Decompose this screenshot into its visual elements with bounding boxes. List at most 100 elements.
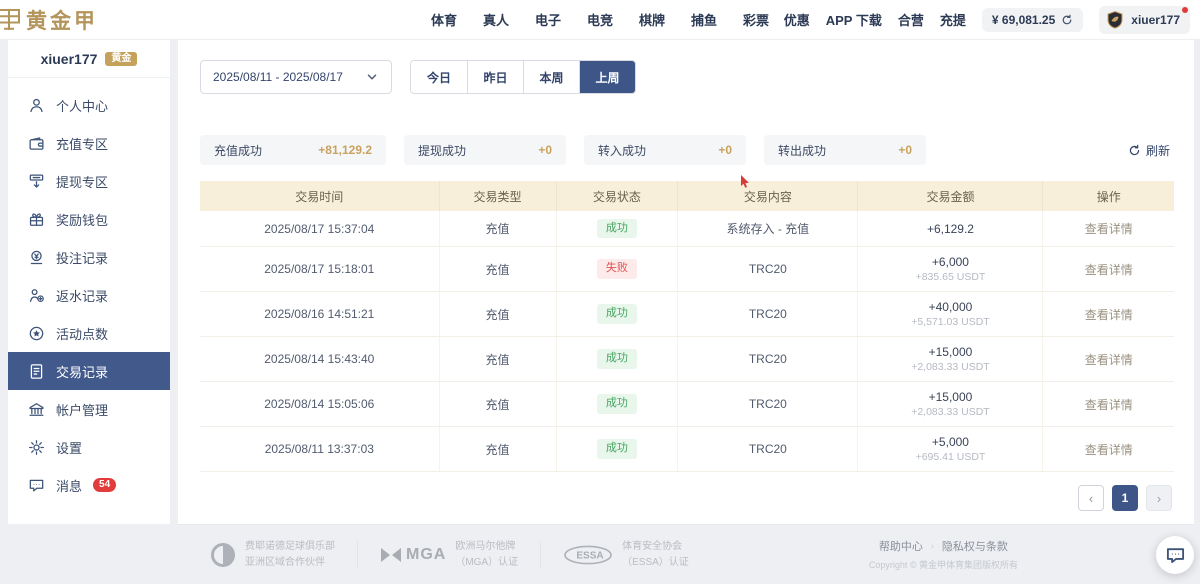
column-header-3: 交易内容 — [677, 181, 857, 211]
refresh-icon — [1128, 144, 1141, 157]
refresh-label: 刷新 — [1146, 142, 1170, 159]
partner-text: 体育安全协会（ESSA）认证 — [622, 539, 689, 570]
partner-line2: （ESSA）认证 — [622, 557, 689, 568]
cell-time: 2025/08/16 14:51:21 — [200, 292, 439, 336]
wallet-icon — [28, 135, 45, 152]
mga-logo: MGA — [380, 546, 446, 564]
stat-pill-0: 充值成功+81,129.2 — [200, 135, 386, 165]
sidebar-item-10[interactable]: 消息54 — [8, 466, 170, 504]
sidebar-item-7[interactable]: 交易记录 — [8, 352, 170, 390]
games-nav: 体育 真人 电子 电竞 棋牌 捕鱼 彩票 — [431, 10, 769, 29]
view-details-link[interactable]: 查看详情 — [1085, 220, 1133, 237]
sidebar-item-3[interactable]: 奖励钱包 — [8, 200, 170, 238]
chat-bubble-icon — [1165, 545, 1186, 566]
refresh-button[interactable]: 刷新 — [1128, 142, 1174, 159]
range-tab-1[interactable]: 昨日 — [467, 61, 523, 93]
cell-status: 成功 — [556, 337, 678, 381]
range-tabs: 今日昨日本周上周 — [410, 60, 636, 94]
footer-link-1[interactable]: 隐私权与条款 — [942, 538, 1008, 554]
table-row: 2025/08/17 15:37:04充值成功系统存入 - 充值+6,129.2… — [200, 211, 1174, 247]
prev-page-button[interactable]: ‹ — [1078, 485, 1104, 511]
stat-label: 转出成功 — [778, 142, 826, 159]
footer-link-0[interactable]: 帮助中心 — [879, 538, 923, 554]
nav-game-2[interactable]: 电子 — [535, 10, 561, 29]
range-tab-3[interactable]: 上周 — [579, 61, 635, 93]
quick-link-1[interactable]: APP 下载 — [826, 10, 882, 29]
nav-game-1[interactable]: 真人 — [483, 10, 509, 29]
footer-link-separator-icon: › — [931, 541, 934, 551]
cell-content: TRC20 — [677, 247, 857, 291]
support-chat-button[interactable] — [1156, 536, 1194, 574]
gear-icon — [28, 439, 45, 456]
quick-link-0[interactable]: 优惠 — [784, 10, 810, 29]
sidebar-username: xiuer177 — [41, 51, 98, 67]
range-tab-2[interactable]: 本周 — [523, 61, 579, 93]
footer: 费耶诺德足球俱乐部亚洲区域合作伙伴MGA欧洲马尔他牌（MGA）认证ESSA体育安… — [178, 524, 1194, 584]
cell-time: 2025/08/14 15:43:40 — [200, 337, 439, 381]
brand-logo-text: 黄金甲 — [26, 5, 98, 35]
bet-record-icon — [28, 249, 45, 266]
refresh-balance-icon[interactable] — [1061, 14, 1073, 26]
feyenoord-logo — [210, 542, 236, 568]
cell-type: 充值 — [439, 382, 556, 426]
amount-sub: +2,083.33 USDT — [911, 361, 990, 373]
nav-game-5[interactable]: 捕鱼 — [691, 10, 717, 29]
amount-main: +5,000 — [932, 435, 969, 449]
view-details-link[interactable]: 查看详情 — [1085, 351, 1133, 368]
column-header-4: 交易金额 — [857, 181, 1042, 211]
points-icon — [28, 325, 45, 342]
table-row: 2025/08/17 15:18:01充值失败TRC20+6,000+835.6… — [200, 247, 1174, 292]
view-details-link[interactable]: 查看详情 — [1085, 306, 1133, 323]
cell-action: 查看详情 — [1042, 337, 1173, 381]
sidebar-item-8[interactable]: 帐户管理 — [8, 390, 170, 428]
vip-level-badge: 黄金 — [105, 52, 137, 66]
status-badge: 成功 — [597, 349, 637, 368]
brand-logo[interactable]: 黄金甲 — [0, 5, 98, 35]
cell-time: 2025/08/17 15:37:04 — [200, 211, 439, 246]
nav-game-3[interactable]: 电竞 — [587, 10, 613, 29]
sidebar-item-label: 消息 — [56, 476, 82, 495]
status-badge: 成功 — [597, 304, 637, 323]
sidebar-item-label: 交易记录 — [56, 362, 108, 381]
column-header-1: 交易类型 — [439, 181, 556, 211]
nav-game-6[interactable]: 彩票 — [743, 10, 769, 29]
range-tab-0[interactable]: 今日 — [411, 61, 467, 93]
quick-link-2[interactable]: 合营 — [898, 10, 924, 29]
cell-time: 2025/08/17 15:18:01 — [200, 247, 439, 291]
stat-value: +0 — [718, 143, 732, 157]
date-range-select[interactable]: 2025/08/11 - 2025/08/17 — [200, 60, 392, 94]
table-row: 2025/08/14 15:43:40充值成功TRC20+15,000+2,08… — [200, 337, 1174, 382]
balance-pill[interactable]: ¥ 69,081.25 — [982, 8, 1083, 32]
stat-pill-1: 提现成功+0 — [404, 135, 566, 165]
view-details-link[interactable]: 查看详情 — [1085, 441, 1133, 458]
stat-label: 充值成功 — [214, 142, 262, 159]
sidebar-item-0[interactable]: 个人中心 — [8, 86, 170, 124]
sidebar-item-label: 提现专区 — [56, 172, 108, 191]
sidebar-item-1[interactable]: 充值专区 — [8, 124, 170, 162]
table-row: 2025/08/14 15:05:06充值成功TRC20+15,000+2,08… — [200, 382, 1174, 427]
status-badge: 成功 — [597, 439, 637, 458]
sidebar-item-2[interactable]: 提现专区 — [8, 162, 170, 200]
table-row: 2025/08/11 13:37:03充值成功TRC20+5,000+695.4… — [200, 427, 1174, 472]
cell-type: 充值 — [439, 427, 556, 471]
partner-1: MGA欧洲马尔他牌（MGA）认证 — [380, 539, 518, 570]
current-page-button[interactable]: 1 — [1112, 485, 1138, 511]
view-details-link[interactable]: 查看详情 — [1085, 261, 1133, 278]
sidebar-item-4[interactable]: 投注记录 — [8, 238, 170, 276]
sidebar-item-5[interactable]: 返水记录 — [8, 276, 170, 314]
nav-game-4[interactable]: 棋牌 — [639, 10, 665, 29]
nav-game-0[interactable]: 体育 — [431, 10, 457, 29]
date-range-value: 2025/08/11 - 2025/08/17 — [213, 70, 343, 84]
header-username: xiuer177 — [1131, 13, 1180, 27]
summary-row: 充值成功+81,129.2提现成功+0转入成功+0转出成功+0 刷新 — [200, 135, 1174, 165]
partner-2: ESSA体育安全协会（ESSA）认证 — [563, 539, 689, 570]
next-page-button[interactable]: › — [1146, 485, 1172, 511]
quick-link-3[interactable]: 充提 — [940, 10, 966, 29]
amount-sub: +695.41 USDT — [916, 451, 986, 463]
view-details-link[interactable]: 查看详情 — [1085, 396, 1133, 413]
user-menu[interactable]: xiuer177 — [1099, 6, 1190, 34]
sidebar-item-6[interactable]: 活动点数 — [8, 314, 170, 352]
sidebar-item-9[interactable]: 设置 — [8, 428, 170, 466]
partner-separator — [540, 541, 541, 569]
footer-partners: 费耶诺德足球俱乐部亚洲区域合作伙伴MGA欧洲马尔他牌（MGA）认证ESSA体育安… — [210, 539, 689, 570]
